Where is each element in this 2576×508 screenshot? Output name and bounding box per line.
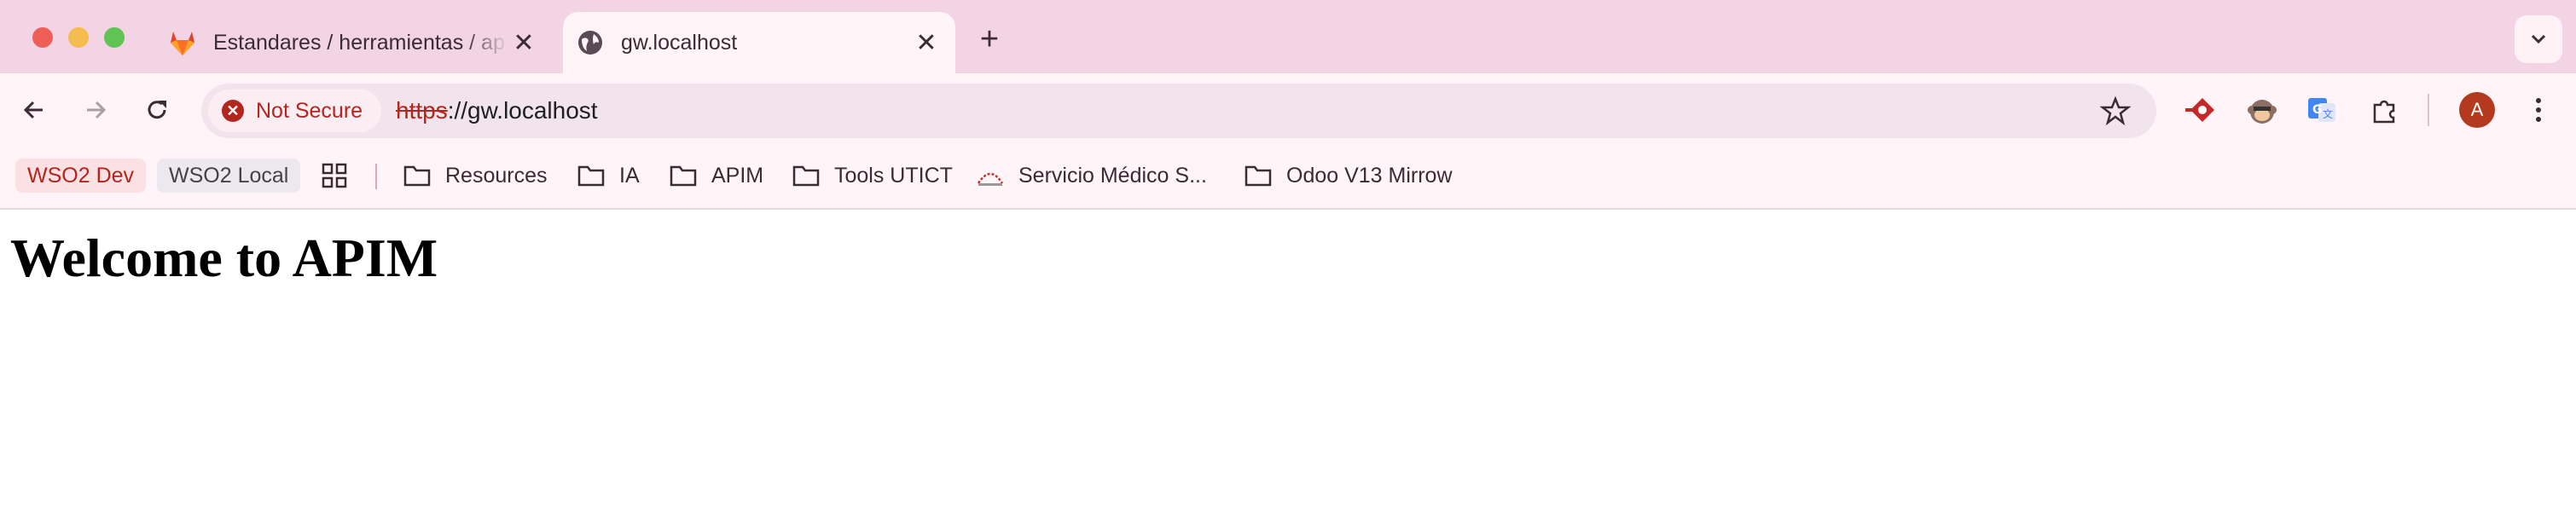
grid-icon — [322, 163, 347, 188]
bookmarks-separator — [375, 164, 377, 189]
page-heading: Welcome to APIM — [10, 228, 438, 288]
monkey-extension-icon — [2248, 100, 2277, 124]
bookmark-label: Servicio Médico S... — [1018, 163, 1207, 188]
svg-text:G: G — [2312, 103, 2323, 117]
bookmark-wso2-dev[interactable]: WSO2 Dev — [15, 159, 147, 193]
bookmark-folder-resources[interactable]: Resources — [403, 159, 548, 193]
bookmark-label: APIM — [711, 163, 764, 188]
reload-button[interactable] — [138, 91, 176, 129]
tab-title: Estandares / herramientas / ap — [213, 30, 505, 55]
browser-chrome: Estandares / herramientas / ap ✕ gw.loca… — [0, 0, 2576, 210]
globe-icon — [578, 31, 602, 55]
more-vertical-icon — [2536, 98, 2541, 122]
tab-gitlab[interactable]: Estandares / herramientas / ap ✕ — [152, 12, 553, 73]
navigation-toolbar: ✕ Not Secure https://gw.localhost G 文 A — [0, 73, 2576, 147]
bookmark-label: Resources — [445, 163, 548, 188]
bookmark-folder-tools-utict[interactable]: Tools UTICT — [792, 159, 953, 193]
forward-button[interactable] — [77, 91, 114, 129]
security-indicator[interactable]: ✕ Not Secure — [208, 89, 382, 132]
security-label: Not Secure — [256, 98, 363, 123]
back-button[interactable] — [15, 91, 53, 129]
tab-gw-localhost[interactable]: gw.localhost ✕ — [563, 12, 955, 73]
bookmark-servicio-medico[interactable]: Servicio Médico S... — [976, 159, 1207, 193]
profile-avatar[interactable]: A — [2459, 92, 2495, 128]
tab-strip: Estandares / herramientas / ap ✕ gw.loca… — [0, 0, 2576, 73]
extensions-menu-button[interactable] — [2366, 91, 2404, 129]
bookmark-label: IA — [619, 163, 640, 188]
chevron-down-icon — [2531, 34, 2546, 44]
extension-monkey-button[interactable] — [2243, 91, 2281, 129]
site-favicon-icon — [977, 172, 1004, 186]
folder-icon — [792, 165, 820, 187]
bookmark-wso2-local[interactable]: WSO2 Local — [157, 159, 301, 193]
zoom-window-button[interactable] — [104, 27, 125, 48]
close-tab-icon[interactable]: ✕ — [911, 27, 942, 58]
folder-icon — [577, 165, 605, 187]
page-content: Welcome to APIM — [0, 210, 2576, 508]
arrow-left-icon — [23, 101, 43, 119]
close-window-button[interactable] — [32, 27, 53, 48]
puzzle-icon — [2373, 100, 2395, 124]
close-tab-icon[interactable]: ✕ — [508, 27, 539, 58]
tab-search-button[interactable] — [2515, 15, 2562, 63]
address-bar[interactable]: ✕ Not Secure https://gw.localhost — [201, 84, 2156, 138]
window-controls — [32, 27, 125, 48]
apps-grid-button[interactable] — [321, 159, 348, 193]
bookmark-label: Odoo V13 Mirrow — [1286, 163, 1453, 188]
bookmark-star-icon[interactable] — [2100, 95, 2131, 126]
extension-wso2-button[interactable] — [2182, 91, 2219, 129]
folder-icon — [670, 165, 697, 187]
url-host: ://gw.localhost — [447, 97, 598, 124]
bookmarks-bar: WSO2 Dev WSO2 Local Resources IA APIM To… — [0, 147, 2576, 210]
svg-text:文: 文 — [2323, 107, 2333, 120]
bookmark-folder-apim[interactable]: APIM — [669, 159, 763, 193]
folder-icon — [1244, 165, 1272, 187]
bookmark-folder-ia[interactable]: IA — [577, 159, 640, 193]
gitlab-icon — [171, 32, 194, 55]
bookmark-folder-odoo[interactable]: Odoo V13 Mirrow — [1244, 159, 1453, 193]
url-scheme: https — [396, 97, 448, 124]
arrow-right-icon — [87, 101, 107, 119]
reload-icon — [148, 101, 166, 119]
url-text[interactable]: https://gw.localhost — [396, 97, 598, 124]
diamond-extension-icon — [2185, 98, 2214, 122]
tab-title: gw.localhost — [621, 30, 738, 55]
browser-menu-button[interactable] — [2520, 91, 2557, 129]
extension-translate-button[interactable]: G 文 — [2303, 91, 2341, 129]
folder-icon — [403, 165, 431, 187]
minimize-window-button[interactable] — [68, 27, 89, 48]
google-translate-icon: G 文 — [2308, 98, 2335, 122]
new-tab-button[interactable]: + — [972, 21, 1007, 57]
warning-icon: ✕ — [222, 100, 244, 122]
bookmark-label: Tools UTICT — [834, 163, 953, 188]
toolbar-separator — [2428, 94, 2429, 126]
